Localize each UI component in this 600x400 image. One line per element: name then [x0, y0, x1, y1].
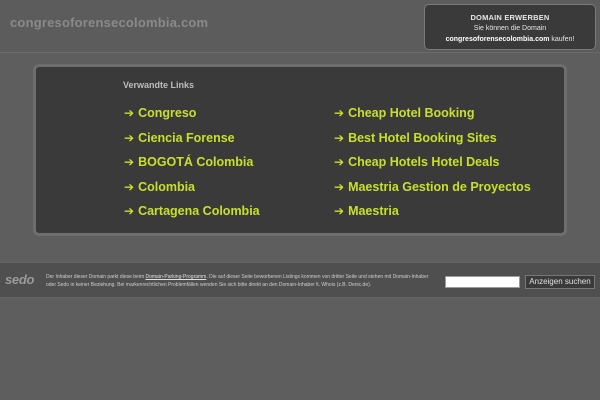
related-link[interactable]: ➔ BOGOTÁ Colombia — [124, 153, 260, 178]
related-link-label: Maestria — [348, 204, 399, 219]
footer-text-part: Der Inhaber dieser Domain parkt diese be… — [46, 274, 146, 280]
related-link[interactable]: ➔ Cheap Hotel Booking — [334, 104, 531, 129]
buy-domain-title[interactable]: DOMAIN ERWERBEN — [425, 12, 595, 23]
buy-domain-box[interactable]: DOMAIN ERWERBEN Sie können die Domain co… — [424, 4, 596, 50]
arrow-right-icon: ➔ — [334, 130, 345, 145]
related-link[interactable]: ➔ Maestria — [334, 202, 531, 227]
related-link[interactable]: ➔ Ciencia Forense — [124, 129, 260, 154]
related-link[interactable]: ➔ Congreso — [124, 104, 260, 129]
related-link[interactable]: ➔ Colombia — [124, 178, 260, 203]
related-link-label: Cheap Hotel Booking — [348, 106, 475, 120]
arrow-right-icon: ➔ — [124, 204, 135, 219]
related-link[interactable]: ➔ Best Hotel Booking Sites — [334, 129, 531, 154]
related-link-label: Maestria Gestion de Proyectos — [348, 179, 531, 194]
related-link-label: Congreso — [138, 106, 197, 120]
arrow-right-icon: ➔ — [124, 179, 135, 194]
sedo-logo-text: sedo — [5, 272, 35, 287]
footer-disclaimer: Der Inhaber dieser Domain parkt diese be… — [46, 273, 436, 289]
arrow-right-icon: ➔ — [124, 106, 135, 120]
buy-domain-text: Sie können die Domain — [473, 25, 547, 32]
related-link[interactable]: ➔ Cartagena Colombia — [124, 202, 260, 227]
domain-parking-link[interactable]: Domain-Parking-Programm — [146, 274, 207, 280]
buy-domain-suffix: kaufen! — [549, 36, 575, 43]
related-link-label: Best Hotel Booking Sites — [348, 130, 497, 145]
related-link-label: Ciencia Forense — [138, 130, 235, 145]
links-column-right: ➔ Cheap Hotel Booking ➔ Best Hotel Booking… — [334, 104, 531, 227]
related-link[interactable]: ➔ Maestria Gestion de Proyectos — [334, 178, 531, 203]
arrow-right-icon: ➔ — [334, 204, 345, 219]
search-input[interactable] — [445, 276, 520, 288]
footer-bar: sedo Der Inhaber dieser Domain parkt die… — [0, 262, 600, 298]
search-ads-button[interactable]: Anzeigen suchen — [525, 275, 595, 289]
arrow-right-icon: ➔ — [334, 179, 345, 194]
arrow-right-icon: ➔ — [334, 106, 345, 120]
site-title: congresoforensecolombia.com — [10, 15, 209, 30]
arrow-right-icon: ➔ — [124, 130, 135, 145]
related-link[interactable]: ➔ Cheap Hotels Hotel Deals — [334, 153, 531, 178]
links-column-left: ➔ Congreso ➔ Ciencia Forense ➔ BOGOTÁ Colom… — [124, 104, 260, 227]
related-links-heading: Verwandte Links — [123, 80, 195, 90]
buy-domain-name: congresoforensecolombia.com — [445, 36, 550, 43]
top-bar: congresoforensecolombia.com DOMAIN ERWER… — [0, 0, 600, 53]
buy-domain-name-line: congresoforensecolombia.com kaufen! — [425, 34, 595, 45]
sedo-logo[interactable]: sedo — [5, 272, 34, 287]
related-links-panel: Verwandte Links ➔ Congreso ➔ Ciencia Foren… — [33, 64, 567, 236]
arrow-right-icon: ➔ — [124, 155, 135, 170]
related-link-label: Cheap Hotels Hotel Deals — [348, 155, 500, 170]
arrow-right-icon: ➔ — [334, 155, 345, 170]
related-link-label: Cartagena Colombia — [138, 204, 260, 219]
related-link-label: BOGOTÁ Colombia — [138, 155, 254, 170]
related-link-label: Colombia — [138, 179, 196, 194]
